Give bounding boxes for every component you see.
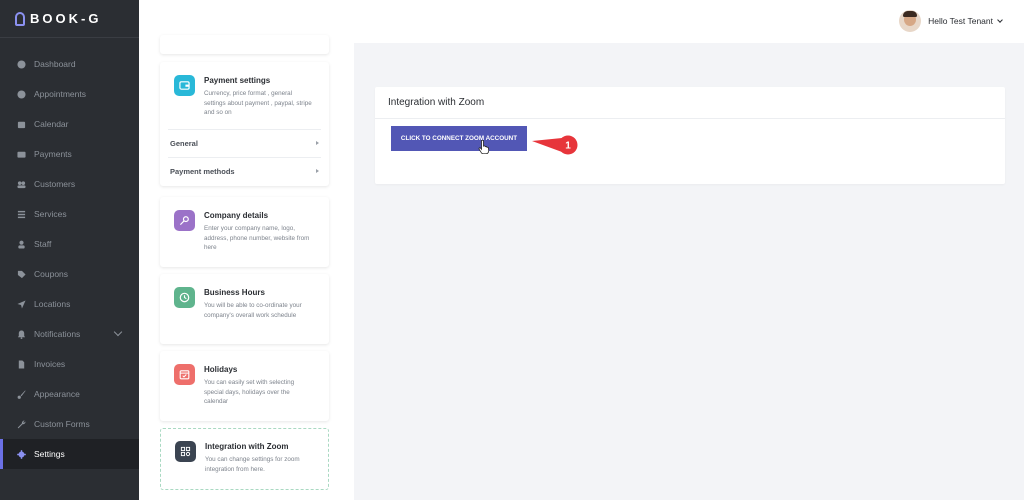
- tag-icon: [17, 270, 26, 279]
- sub-item-general[interactable]: General: [168, 128, 321, 157]
- sidebar-item-settings[interactable]: Settings: [0, 439, 139, 469]
- callout-number: 1: [565, 141, 571, 152]
- card-title: Business Hours: [204, 288, 265, 297]
- wrench-icon: [17, 420, 26, 429]
- zoom-integration-card: Integration with Zoom CLICK TO CONNECT Z…: [375, 87, 1005, 184]
- chevron-right-icon: [316, 141, 319, 145]
- chevron-right-icon: [316, 169, 319, 173]
- sub-item-label: Payment methods: [170, 166, 235, 176]
- sidebar-item-label: Appearance: [34, 389, 80, 399]
- wallet-icon: [174, 75, 195, 96]
- brand-name: BOOK-G: [30, 11, 102, 26]
- calendar-icon: [17, 120, 26, 129]
- settings-card-company[interactable]: Company details Enter your company name,…: [160, 197, 329, 267]
- sidebar-item-staff[interactable]: Staff: [0, 229, 139, 259]
- calendar-check-icon: [174, 364, 195, 385]
- bell-icon: [17, 329, 26, 339]
- sidebar-item-payments[interactable]: Payments: [0, 139, 139, 169]
- person-icon: [17, 240, 26, 249]
- card-title: Company details: [204, 211, 269, 220]
- sidebar-item-calendar[interactable]: Calendar: [0, 109, 139, 139]
- settings-card-payment[interactable]: Payment settings Currency, price format …: [160, 62, 329, 186]
- clock-icon: [17, 89, 26, 99]
- brand[interactable]: BOOK-G: [0, 0, 139, 38]
- chevron-down-icon: [997, 16, 1003, 23]
- sidebar-item-label: Payments: [34, 149, 72, 159]
- card-description: Enter your company name, logo, address, …: [204, 225, 310, 251]
- sidebar-item-label: Custom Forms: [34, 419, 90, 429]
- sidebar-item-label: Invoices: [34, 359, 66, 369]
- brand-logo-icon: [15, 11, 25, 26]
- sidebar-item-label: Notifications: [34, 329, 81, 339]
- integration-grid-icon: [175, 441, 196, 462]
- sidebar-item-label: Locations: [34, 299, 71, 309]
- connect-zoom-button[interactable]: CLICK TO CONNECT ZOOM ACCOUNT: [391, 126, 527, 151]
- card-description: Currency, price format , general setting…: [204, 90, 312, 116]
- card-description: You will be able to co-ordinate your com…: [204, 302, 302, 319]
- card-description: You can easily set with selecting specia…: [204, 379, 295, 405]
- sidebar-item-custom-forms[interactable]: Custom Forms: [0, 409, 139, 439]
- gear-icon: [17, 449, 26, 459]
- file-icon: [17, 359, 26, 369]
- sidebar-item-customers[interactable]: Customers: [0, 169, 139, 199]
- sub-item-label: General: [170, 138, 198, 148]
- sidebar-item-dashboard[interactable]: Dashboard: [0, 49, 139, 79]
- dashboard-icon: [17, 59, 26, 69]
- sidebar-item-label: Customers: [34, 179, 76, 189]
- sidebar-item-label: Dashboard: [34, 59, 76, 69]
- sidebar-item-coupons[interactable]: Coupons: [0, 259, 139, 289]
- callout-marker: 1: [532, 135, 578, 155]
- sidebar-item-label: Settings: [34, 449, 65, 459]
- sidebar-item-label: Staff: [34, 239, 52, 249]
- settings-card-partial[interactable]: [160, 35, 329, 54]
- users-icon: [17, 180, 26, 189]
- sidebar-nav: Dashboard Appointments Calendar Payments…: [0, 49, 139, 469]
- sidebar-item-notifications[interactable]: Notifications: [0, 319, 139, 349]
- clock-icon: [174, 287, 195, 308]
- sidebar-item-locations[interactable]: Locations: [0, 289, 139, 319]
- user-greeting: Hello Test Tenant: [928, 16, 993, 26]
- sidebar: BOOK-G Dashboard Appointments Calendar P…: [0, 0, 139, 500]
- payments-icon: [17, 150, 26, 159]
- card-title: Integration with Zoom: [205, 442, 289, 451]
- settings-card-zoom[interactable]: Integration with Zoom You can change set…: [160, 428, 329, 490]
- sidebar-item-label: Calendar: [34, 119, 69, 129]
- sidebar-item-label: Coupons: [34, 269, 69, 279]
- sidebar-item-invoices[interactable]: Invoices: [0, 349, 139, 379]
- sidebar-item-appointments[interactable]: Appointments: [0, 79, 139, 109]
- page-title: Integration with Zoom: [375, 87, 1005, 119]
- list-icon: [17, 210, 26, 219]
- avatar: [899, 10, 922, 32]
- card-title: Payment settings: [204, 76, 271, 85]
- key-icon: [174, 210, 195, 231]
- brush-icon: [17, 389, 26, 399]
- settings-card-business-hours[interactable]: Business Hours You will be able to co-or…: [160, 274, 329, 344]
- sub-item-payment-methods[interactable]: Payment methods: [168, 156, 321, 185]
- card-title: Holidays: [204, 365, 238, 374]
- location-arrow-icon: [17, 299, 26, 309]
- sidebar-item-label: Appointments: [34, 89, 86, 99]
- sidebar-item-services[interactable]: Services: [0, 199, 139, 229]
- chevron-down-icon[interactable]: [113, 327, 123, 337]
- hand-cursor-icon: [478, 140, 490, 154]
- sidebar-item-appearance[interactable]: Appearance: [0, 379, 139, 409]
- settings-card-holidays[interactable]: Holidays You can easily set with selecti…: [160, 351, 329, 421]
- settings-panel: Payment settings Currency, price format …: [139, 35, 354, 500]
- sidebar-item-label: Services: [34, 209, 67, 219]
- card-description: You can change settings for zoom integra…: [205, 456, 300, 473]
- user-menu[interactable]: Hello Test Tenant: [899, 10, 1003, 32]
